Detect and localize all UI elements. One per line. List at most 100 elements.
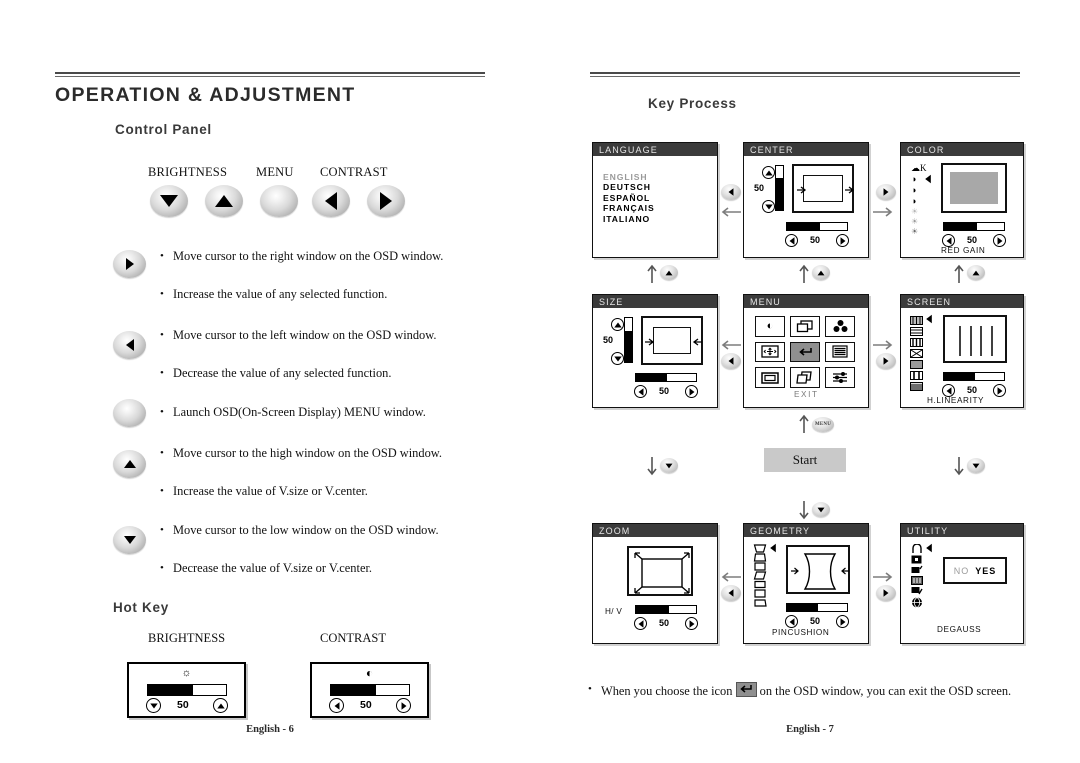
bottom-corner-icon[interactable]: [753, 598, 767, 607]
key-desc-1-line-0: • Move cursor to the left window on the …: [160, 328, 437, 342]
size-h-increase-button[interactable]: [685, 385, 698, 398]
hotkey-0-decrease-button[interactable]: [146, 698, 161, 713]
key-desc-3-line-0: • Move cursor to the high window on the …: [160, 446, 443, 460]
green-bias-icon[interactable]: ☀: [911, 218, 927, 226]
key-badge-up-left[interactable]: [660, 265, 678, 280]
key-icon-right[interactable]: [113, 250, 146, 278]
degauss-icon[interactable]: [911, 544, 923, 554]
menu-item-zoom[interactable]: [755, 367, 785, 388]
pincushion-icon[interactable]: [753, 544, 767, 553]
video-level-icon[interactable]: [910, 382, 923, 391]
menu-item-center[interactable]: [755, 341, 785, 363]
menu-item-utility[interactable]: [825, 367, 855, 388]
up-arrow-icon: [123, 460, 136, 468]
key-badge-left-row3[interactable]: [721, 585, 741, 601]
screen-mode-list: [910, 316, 923, 391]
green-gain-icon[interactable]: ◑: [911, 186, 927, 195]
menu-item-screen[interactable]: [825, 341, 855, 363]
red-bias-icon[interactable]: ☀: [911, 208, 927, 216]
purity-icon[interactable]: [910, 371, 923, 380]
trapezoid-icon[interactable]: [753, 553, 767, 562]
menu-item-exit[interactable]: [790, 341, 820, 363]
key-icon-down[interactable]: [113, 526, 146, 554]
size-v-decrease-button[interactable]: [611, 352, 624, 365]
menu-item-color[interactable]: [825, 316, 855, 337]
key-badge-down-right[interactable]: [967, 458, 985, 473]
geometry-increase-button[interactable]: [836, 615, 849, 628]
menu-item-geometry[interactable]: [790, 367, 820, 388]
blue-bias-icon[interactable]: ☀: [911, 228, 927, 236]
screen-bar: [943, 372, 1005, 381]
pin-balance-icon[interactable]: [753, 562, 767, 571]
center-horizontal-bar: [786, 222, 848, 231]
language-option-deutsch[interactable]: DEUTSCH: [603, 182, 655, 192]
key-icon-left[interactable]: [113, 331, 146, 359]
hotkey-1-increase-button[interactable]: [396, 698, 411, 713]
key-badge-up-right[interactable]: [967, 265, 985, 280]
key-badge-left-row1[interactable]: [721, 184, 741, 200]
key-icon-menu[interactable]: [113, 399, 146, 427]
hotkey-0-increase-button[interactable]: [213, 698, 228, 713]
key-badge-right-row3[interactable]: [876, 585, 896, 601]
panel-button-right[interactable]: [367, 185, 405, 217]
hotkey-1-decrease-button[interactable]: [329, 698, 344, 713]
screen-increase-button[interactable]: [993, 384, 1006, 397]
v-moire-icon[interactable]: [910, 349, 923, 358]
center-v-decrease-button[interactable]: [762, 200, 775, 213]
size-h-decrease-button[interactable]: [634, 385, 647, 398]
zoom-decrease-button[interactable]: [634, 617, 647, 630]
key-badge-down-left[interactable]: [660, 458, 678, 473]
geometry-decrease-button[interactable]: [785, 615, 798, 628]
utility-no-option[interactable]: NO: [954, 566, 970, 576]
panel-button-down[interactable]: [150, 185, 188, 217]
utility-degauss-choice: NO YES: [943, 557, 1007, 584]
center-h-increase-button[interactable]: [836, 234, 849, 247]
language-option-english[interactable]: ENGLISH: [603, 172, 655, 182]
panel-button-menu[interactable]: [260, 185, 298, 217]
panel-button-left[interactable]: [312, 185, 350, 217]
hotkey-0-bar: [147, 684, 227, 696]
geometry-caption: PINCUSHION: [772, 628, 830, 637]
panel-button-up[interactable]: [205, 185, 243, 217]
key-badge-up-center[interactable]: [812, 265, 830, 280]
key-badge-down-center[interactable]: [812, 502, 830, 517]
v-linearity-icon[interactable]: [910, 327, 923, 336]
language-option-francais[interactable]: FRANÇAIS: [603, 203, 655, 213]
start-box[interactable]: Start: [764, 448, 846, 472]
exit-note: • When you choose the icon on the OSD wi…: [588, 682, 1038, 699]
pincushion-shape-icon: [791, 553, 849, 590]
parallelogram-icon[interactable]: [753, 571, 767, 580]
moire-icon[interactable]: [911, 565, 923, 575]
center-v-increase-button[interactable]: [762, 166, 775, 179]
key-badge-menu[interactable]: MENU: [812, 417, 834, 432]
language-globe-icon[interactable]: [911, 597, 923, 608]
menu-item-contrast[interactable]: ◐: [755, 316, 785, 337]
right-page: Key Process LANGUAGE ENGLISH DEUTSCH ESP…: [540, 0, 1080, 763]
h-linearity-icon[interactable]: [910, 316, 923, 325]
osd-position-icon[interactable]: [911, 555, 922, 564]
key-badge-right-row1[interactable]: [876, 184, 896, 200]
zoom-increase-button[interactable]: [685, 617, 698, 630]
size-v-increase-button[interactable]: [611, 318, 624, 331]
center-h-decrease-button[interactable]: [785, 234, 798, 247]
h-moire-icon[interactable]: [910, 338, 923, 347]
convergence-icon[interactable]: [910, 360, 923, 369]
language-option-espanol[interactable]: ESPAÑOL: [603, 193, 655, 203]
display-mode-icon[interactable]: [911, 576, 923, 585]
arrow-center-to-color: [872, 205, 894, 223]
recall-icon[interactable]: [911, 586, 923, 596]
key-badge-left-row2[interactable]: [721, 353, 741, 369]
key-icon-up[interactable]: [113, 450, 146, 478]
utility-yes-option[interactable]: YES: [975, 566, 996, 576]
blue-gain-icon[interactable]: ◑: [911, 197, 927, 206]
color-temp-icon[interactable]: ☁K: [911, 164, 927, 173]
rotation-icon[interactable]: [753, 580, 767, 589]
menu-item-size[interactable]: [790, 316, 820, 337]
left-page: OPERATION & ADJUSTMENT Control Panel BRI…: [0, 0, 540, 763]
language-option-italiano[interactable]: ITALIANO: [603, 214, 655, 224]
key-badge-right-row2[interactable]: [876, 353, 896, 369]
color-increase-button[interactable]: [993, 234, 1006, 247]
zoom-value: 50: [659, 618, 670, 628]
top-corner-icon[interactable]: [753, 589, 767, 598]
size-vertical-bar: [624, 317, 633, 363]
